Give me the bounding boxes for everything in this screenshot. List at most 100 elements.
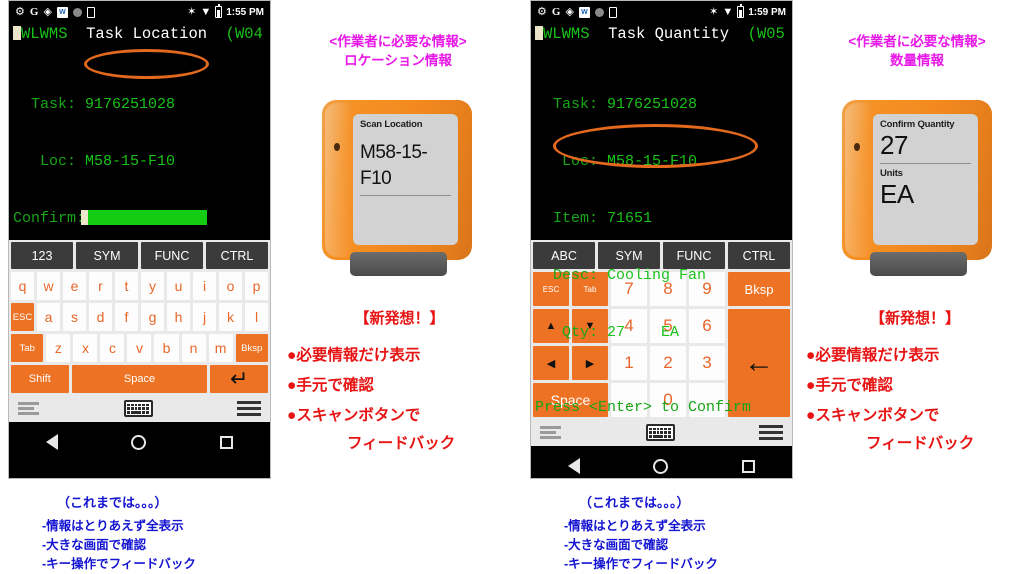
- key-g[interactable]: g: [141, 303, 164, 331]
- key-s[interactable]: s: [63, 303, 86, 331]
- key-d[interactable]: d: [89, 303, 112, 331]
- ime-bar[interactable]: [531, 419, 792, 446]
- key-e[interactable]: e: [63, 272, 86, 300]
- key-k[interactable]: k: [219, 303, 242, 331]
- status-time: 1:55 PM: [226, 6, 264, 18]
- row-label: Task:: [535, 96, 608, 113]
- device-screen-label: Scan Location: [360, 119, 423, 130]
- back-button[interactable]: [567, 458, 580, 474]
- device-screen-value: 27: [880, 130, 908, 160]
- keyboard-switch-icon[interactable]: [123, 400, 153, 417]
- home-button[interactable]: [131, 434, 147, 450]
- terminal-row-task: Task: 9176251028: [13, 95, 270, 114]
- keyboard-row-4[interactable]: Shift Space ↵: [11, 365, 268, 393]
- annotation-red-item: ●スキャンボタンで: [806, 407, 940, 424]
- ime-menu-icon[interactable]: [759, 424, 783, 441]
- sim-icon: [86, 6, 95, 18]
- terminal-row-qty: Qty: 27 EA: [535, 323, 792, 342]
- terminal-row-confirm: Confirm:: [13, 209, 270, 228]
- key-tab[interactable]: Tab: [11, 334, 44, 362]
- annotation-top-quantity: <作業者に必要な情報> 数量情報: [802, 32, 1024, 70]
- word-icon: W: [56, 6, 68, 18]
- key-enter[interactable]: ↵: [210, 365, 268, 393]
- device-scan-button[interactable]: [350, 252, 447, 276]
- device-led-icon: [334, 143, 340, 151]
- keyboard-row-3[interactable]: Tab z x c v b n m Bksp: [11, 334, 268, 362]
- row-label: Confirm:: [13, 210, 86, 227]
- key-r[interactable]: r: [89, 272, 112, 300]
- key-l[interactable]: l: [245, 303, 268, 331]
- terminal-body: Task: 9176251028 Loc: M58-15-F10 Confirm…: [9, 57, 270, 266]
- home-button[interactable]: [653, 458, 669, 474]
- recents-button[interactable]: [742, 459, 756, 473]
- key-space[interactable]: Space: [71, 365, 208, 393]
- annotation-blue-title-quantity: （これまでは。。。）: [579, 495, 690, 510]
- annotation-line: 数量情報: [890, 53, 944, 68]
- annotation-red-header: 【新発想！】: [869, 310, 960, 327]
- annotation-blue-title-location: （これまでは。。。）: [57, 495, 168, 510]
- keyboard-row-1[interactable]: q w e r t y u i o p: [11, 272, 268, 300]
- keyboard-row-2[interactable]: ESC a s d f g h j k l: [11, 303, 268, 331]
- annotation-red-item: ●スキャンボタンで: [287, 407, 421, 424]
- back-button[interactable]: [45, 434, 58, 450]
- panel-quantity: ⚙ G ◈ W ✶ ▼ 1:59 PM WLWMS Task Quantity …: [512, 0, 1024, 571]
- ime-menu-icon[interactable]: [237, 400, 261, 417]
- nav-bar[interactable]: [9, 422, 270, 462]
- key-esc[interactable]: ESC: [11, 303, 34, 331]
- annotation-red-header: 【新発想！】: [354, 310, 445, 327]
- key-w[interactable]: w: [37, 272, 60, 300]
- terminal-title: Task Location: [86, 25, 208, 43]
- row-value: Cooling Fan: [607, 267, 707, 284]
- key-x[interactable]: x: [73, 334, 98, 362]
- device-gloss: [325, 103, 353, 257]
- key-q[interactable]: q: [11, 272, 34, 300]
- terminal-cursor: [535, 26, 543, 40]
- key-o[interactable]: o: [219, 272, 242, 300]
- key-shift[interactable]: Shift: [11, 365, 69, 393]
- key-f[interactable]: f: [115, 303, 138, 331]
- key-c[interactable]: c: [100, 334, 125, 362]
- ime-options-icon[interactable]: [18, 402, 39, 415]
- key-v[interactable]: v: [127, 334, 152, 362]
- status-bar: ⚙ G ◈ W ✶ ▼ 1:55 PM: [9, 1, 270, 23]
- device-gloss: [845, 103, 873, 257]
- device-led-icon: [854, 143, 860, 151]
- bluetooth-icon: ✶: [187, 5, 197, 18]
- key-y[interactable]: y: [141, 272, 164, 300]
- key-b[interactable]: b: [154, 334, 179, 362]
- google-icon: G: [29, 5, 39, 18]
- key-z[interactable]: z: [46, 334, 71, 362]
- terminal-screen: WLWMS Task Quantity (W05 Task: 917625102…: [531, 23, 792, 416]
- confirm-input-bar[interactable]: [81, 210, 208, 225]
- device-screen: Scan Location M58-15-F10: [353, 114, 458, 245]
- key-u[interactable]: u: [167, 272, 190, 300]
- ime-options-icon[interactable]: [540, 426, 561, 439]
- key-bksp[interactable]: Bksp: [235, 334, 268, 362]
- google-icon: G: [551, 5, 561, 18]
- keyboard-switch-icon[interactable]: [645, 424, 675, 441]
- terminal-title-line: WLWMS Task Quantity (W05: [531, 23, 792, 43]
- row-label: Loc:: [535, 153, 608, 170]
- terminal-row-loc: Loc: M58-15-F10: [535, 152, 792, 171]
- key-a[interactable]: a: [37, 303, 60, 331]
- terminal-row-task: Task: 9176251028: [535, 95, 792, 114]
- row-label: Qty:: [535, 324, 608, 341]
- bluetooth-icon: ✶: [709, 5, 719, 18]
- row-label: Desc:: [535, 267, 608, 284]
- terminal-row-desc: Desc: Cooling Fan: [535, 266, 792, 285]
- nav-bar[interactable]: [531, 446, 792, 478]
- key-t[interactable]: t: [115, 272, 138, 300]
- key-n[interactable]: n: [181, 334, 206, 362]
- key-p[interactable]: p: [245, 272, 268, 300]
- key-m[interactable]: m: [208, 334, 233, 362]
- terminal-window-code: (W05: [747, 25, 785, 43]
- ime-bar[interactable]: [9, 395, 270, 422]
- device-scan-button[interactable]: [870, 252, 967, 276]
- recents-button[interactable]: [220, 435, 234, 449]
- key-h[interactable]: h: [167, 303, 190, 331]
- wearable-scanner-location: Scan Location M58-15-F10: [322, 100, 472, 285]
- key-j[interactable]: j: [193, 303, 216, 331]
- key-i[interactable]: i: [193, 272, 216, 300]
- annotation-line: <作業者に必要な情報>: [848, 34, 986, 49]
- row-label: Loc:: [13, 153, 86, 170]
